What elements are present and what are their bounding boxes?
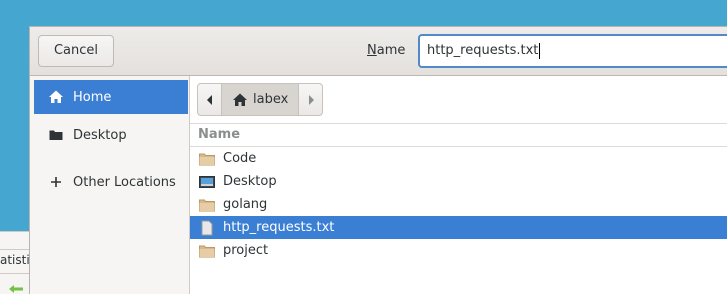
- home-icon: [48, 89, 64, 105]
- sidebar-item-label: Other Locations: [73, 174, 176, 190]
- sidebar-item-home[interactable]: Home: [34, 80, 188, 114]
- file-row-golang[interactable]: golang: [190, 193, 727, 216]
- file-name: http_requests.txt: [223, 220, 335, 235]
- sidebar-item-label: Home: [73, 89, 112, 105]
- text-caret: [539, 42, 541, 59]
- dialog-headerbar: Cancel Name http_requests.txt: [30, 27, 727, 76]
- plus-icon: [48, 174, 64, 190]
- file-name: Desktop: [223, 174, 277, 189]
- file-row-code[interactable]: Code: [190, 147, 727, 170]
- name-label-text: ame: [376, 43, 406, 58]
- file-browser: labex Name Code Desktop golang http_requ…: [190, 76, 727, 294]
- file-name: project: [223, 243, 269, 258]
- path-forward-button[interactable]: [299, 84, 322, 115]
- sidebar-item-other-locations[interactable]: Other Locations: [34, 165, 188, 199]
- file-list: Code Desktop golang http_requests.txt pr…: [190, 147, 727, 262]
- sidebar-item-desktop[interactable]: Desktop: [34, 118, 188, 152]
- folder-icon: [199, 243, 215, 259]
- folder-icon: [199, 197, 215, 213]
- path-crumb-home[interactable]: labex: [221, 84, 300, 115]
- name-label-mnemonic: N: [367, 43, 377, 58]
- file-row-desktop[interactable]: Desktop: [190, 170, 727, 193]
- path-back-button[interactable]: [198, 84, 221, 115]
- file-name: Code: [223, 151, 257, 166]
- column-header-name[interactable]: Name: [190, 123, 727, 147]
- folder-icon: [48, 127, 64, 143]
- save-file-dialog: Cancel Name http_requests.txt Home Deskt…: [29, 26, 727, 294]
- sidebar-item-label: Desktop: [73, 127, 127, 143]
- home-icon: [232, 92, 248, 108]
- places-sidebar: Home Desktop Other Locations: [30, 76, 190, 294]
- text-file-icon: [199, 220, 215, 236]
- chevron-right-icon: [308, 94, 314, 105]
- filename-value: http_requests.txt: [427, 43, 539, 58]
- filename-input[interactable]: http_requests.txt: [418, 34, 727, 68]
- file-row-http-requests[interactable]: http_requests.txt: [190, 216, 727, 239]
- folder-icon: [199, 151, 215, 167]
- name-label: Name: [367, 43, 405, 58]
- path-bar: labex: [197, 83, 324, 116]
- file-row-project[interactable]: project: [190, 239, 727, 262]
- chevron-left-icon: [206, 94, 212, 105]
- desktop-folder-icon: [199, 174, 215, 190]
- file-name: golang: [223, 197, 268, 212]
- path-crumb-label: labex: [253, 92, 289, 107]
- cancel-button[interactable]: Cancel: [38, 35, 114, 67]
